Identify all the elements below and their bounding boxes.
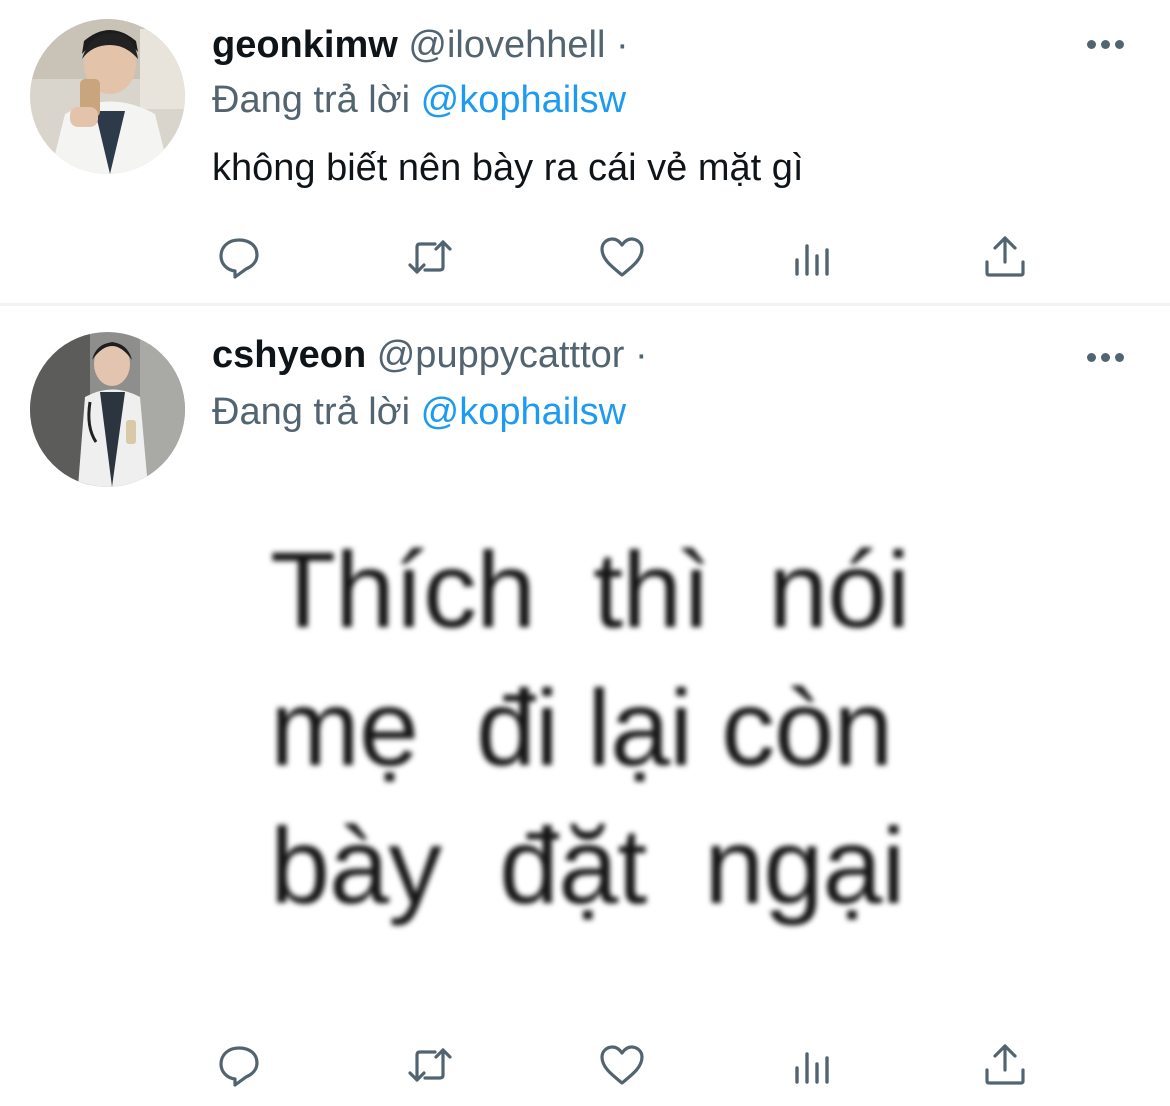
reply-icon[interactable]	[214, 232, 264, 282]
avatar[interactable]	[30, 332, 185, 487]
share-icon[interactable]	[980, 1040, 1030, 1090]
tweet-image[interactable]: Thích thì nói mẹ đi lại còn bày đặt ngại	[270, 521, 990, 941]
image-text-line: bày đặt ngại	[270, 805, 905, 926]
display-name[interactable]: geonkimw	[212, 24, 398, 66]
reply-mention[interactable]: @kophailsw	[421, 391, 626, 433]
more-options-icon[interactable]	[1085, 37, 1127, 53]
share-icon[interactable]	[980, 232, 1030, 282]
views-icon[interactable]	[788, 1040, 838, 1090]
reply-prefix: Đang trả lời	[212, 79, 411, 121]
tweet-header: cshyeon @puppycatttor ·	[212, 332, 648, 378]
display-name[interactable]: cshyeon	[212, 334, 366, 376]
tweet-text: không biết nên bày ra cái vẻ mặt gì	[212, 147, 804, 189]
separator-dot: ·	[615, 24, 629, 66]
reply-context: Đang trả lời @kophailsw	[212, 389, 626, 435]
reply-prefix: Đang trả lời	[212, 391, 411, 433]
tweet[interactable]: geonkimw @ilovehhell · Đang trả lời @kop…	[0, 0, 1170, 304]
user-handle[interactable]: @ilovehhell	[408, 24, 605, 66]
image-text-line: Thích thì nói	[270, 529, 910, 650]
heart-icon[interactable]	[597, 232, 647, 282]
views-icon[interactable]	[788, 232, 838, 282]
reply-context: Đang trả lời @kophailsw	[212, 77, 626, 123]
separator-dot: ·	[635, 334, 648, 376]
retweet-icon[interactable]	[405, 1040, 455, 1090]
user-handle[interactable]: @puppycatttor	[377, 334, 625, 376]
retweet-icon[interactable]	[405, 232, 455, 282]
more-options-icon[interactable]	[1085, 350, 1127, 366]
reply-icon[interactable]	[214, 1040, 264, 1090]
tweet-actions	[0, 1040, 1170, 1090]
heart-icon[interactable]	[597, 1040, 647, 1090]
tweet-header: geonkimw @ilovehhell ·	[212, 22, 629, 68]
avatar[interactable]	[30, 19, 185, 174]
tweet-actions	[0, 232, 1170, 282]
tweet[interactable]: cshyeon @puppycatttor · Đang trả lời @ko…	[0, 306, 1170, 1106]
image-text-line: mẹ đi lại còn	[270, 667, 893, 788]
reply-mention[interactable]: @kophailsw	[421, 79, 626, 121]
